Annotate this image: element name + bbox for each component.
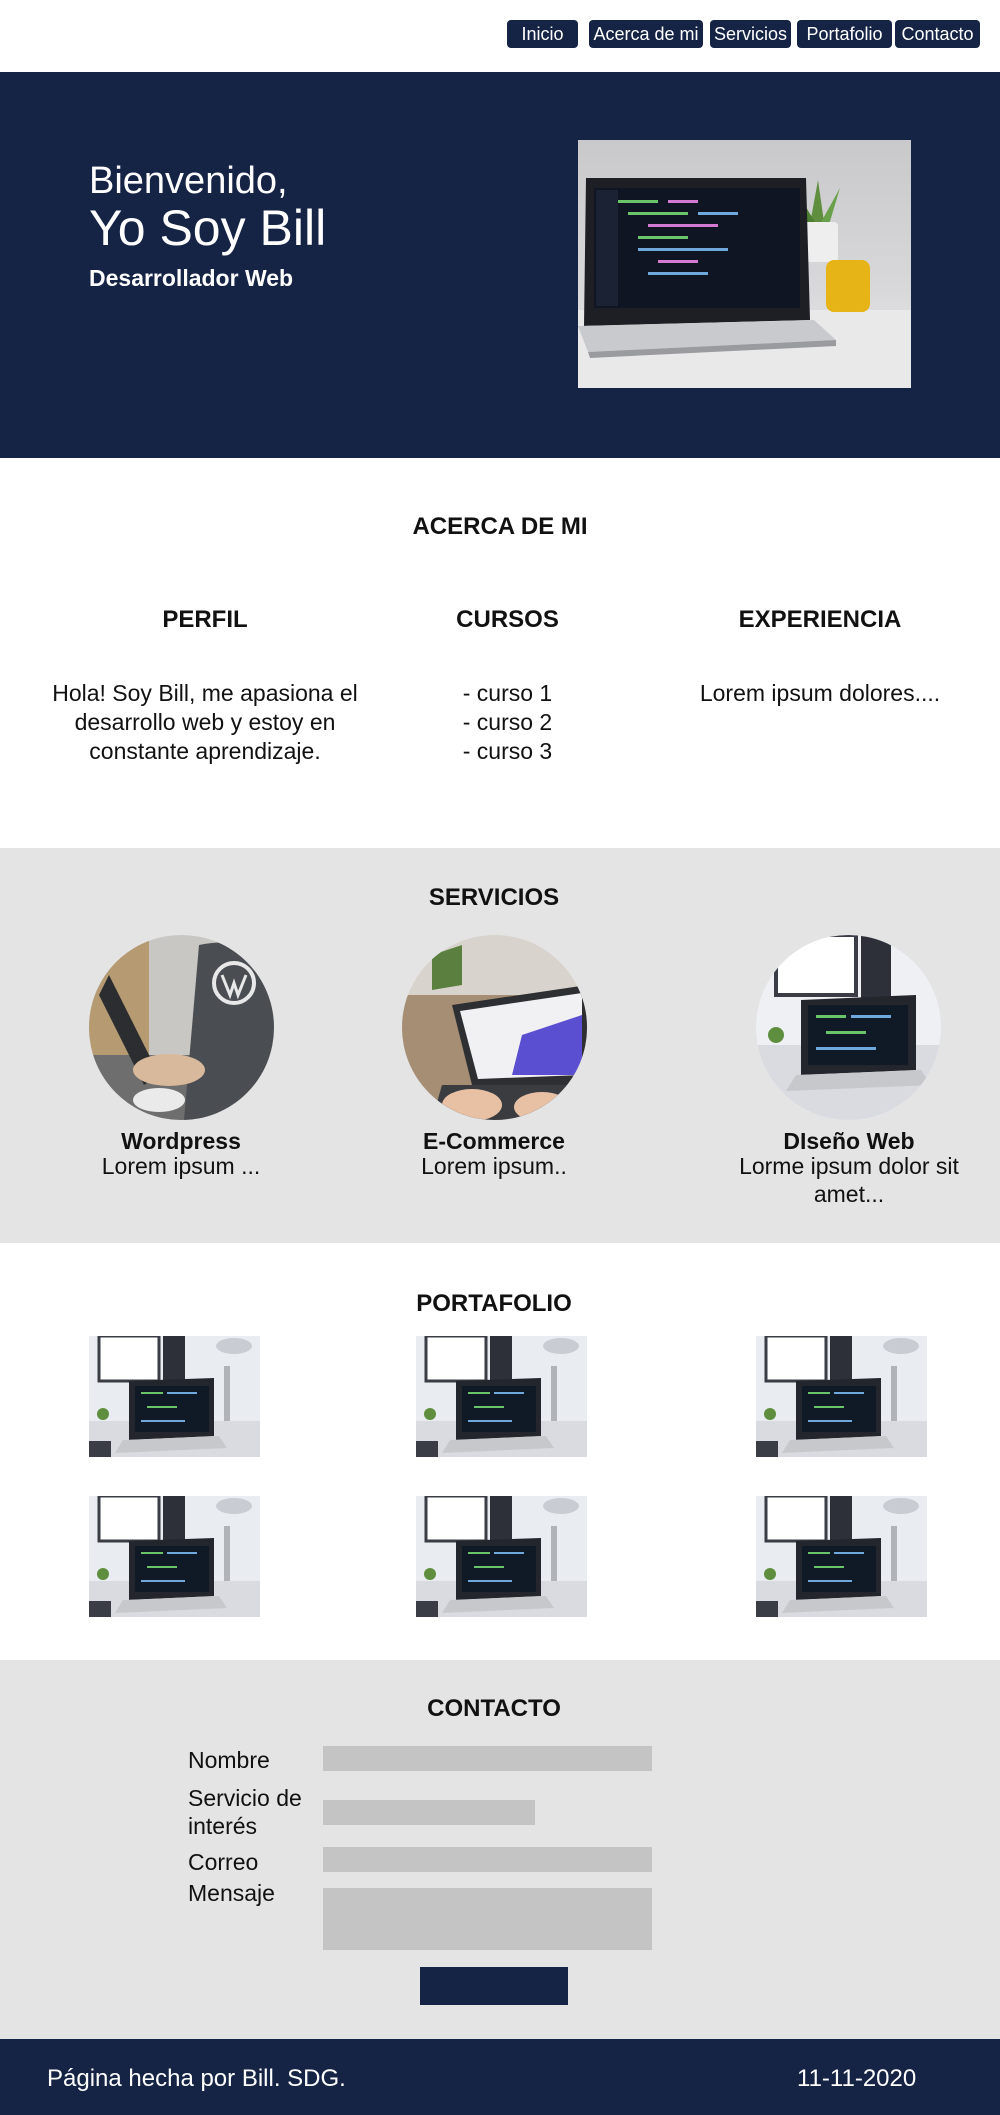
email-field[interactable] xyxy=(323,1847,652,1872)
nav-portafolio-button[interactable]: Portafolio xyxy=(797,20,892,48)
message-field[interactable] xyxy=(323,1888,652,1950)
hero-name: Yo Soy Bill xyxy=(89,200,327,256)
footer-date: 11-11-2020 xyxy=(797,2065,917,2092)
portfolio-item[interactable] xyxy=(756,1336,927,1457)
about-section: ACERCA DE MI PERFIL Hola! Soy Bill, me a… xyxy=(0,458,1000,848)
about-title: ACERCA DE MI xyxy=(412,513,588,540)
curso-item: - curso 1 xyxy=(462,680,553,706)
footer-credit: Página hecha por Bill. SDG. xyxy=(47,2065,346,2092)
curso-item: - curso 3 xyxy=(462,738,553,764)
contact-section: CONTACTO Nombre Servicio de interés Corr… xyxy=(0,1660,1000,2039)
contact-title: CONTACTO xyxy=(427,1695,561,1722)
diseno-web-desc: Lorme ipsum dolor sit amet... xyxy=(739,1153,959,1207)
cursos-list: - curso 1 - curso 2 - curso 3 xyxy=(375,679,640,766)
nav-contacto-button[interactable]: Contacto xyxy=(895,20,980,48)
ecommerce-desc: Lorem ipsum.. xyxy=(421,1153,567,1179)
message-label: Mensaje xyxy=(188,1880,275,1906)
top-navigation: Inicio Acerca de mi Servicios Portafolio… xyxy=(0,0,1000,72)
service-label: Servicio de interés xyxy=(188,1785,302,1839)
hero-laptop-image xyxy=(578,140,911,388)
ecommerce-image xyxy=(402,935,587,1120)
footer: Página hecha por Bill. SDG. 11-11-2020 xyxy=(0,2039,1000,2115)
hero-greeting: Bienvenido, xyxy=(89,160,288,202)
name-field[interactable] xyxy=(323,1746,652,1771)
ecommerce-name: E-Commerce xyxy=(423,1128,565,1154)
perfil-text: Hola! Soy Bill, me apasiona el desarroll… xyxy=(52,680,358,764)
diseno-web-image xyxy=(756,935,941,1120)
services-section: SERVICIOS Wordpress Lorem ipsum ... E-Co… xyxy=(0,848,1000,1243)
nav-inicio-button[interactable]: Inicio xyxy=(507,20,578,48)
experiencia-heading: EXPERIENCIA xyxy=(738,606,902,633)
nav-acerca-button[interactable]: Acerca de mi xyxy=(589,20,703,48)
wordpress-name: Wordpress xyxy=(121,1128,241,1154)
curso-item: - curso 2 xyxy=(462,709,553,735)
diseno-web-name: DIseño Web xyxy=(783,1128,915,1154)
portfolio-item[interactable] xyxy=(756,1496,927,1617)
portfolio-title: PORTAFOLIO xyxy=(416,1290,572,1317)
portfolio-item[interactable] xyxy=(416,1336,587,1457)
services-title: SERVICIOS xyxy=(428,884,560,911)
nav-servicios-button[interactable]: Servicios xyxy=(710,20,791,48)
email-label: Correo xyxy=(188,1849,259,1875)
cursos-heading: CURSOS xyxy=(456,606,559,633)
wordpress-desc: Lorem ipsum ... xyxy=(101,1153,261,1179)
hero-section: Bienvenido, Yo Soy Bill Desarrollador We… xyxy=(0,72,1000,458)
service-field[interactable] xyxy=(323,1800,535,1825)
portfolio-item[interactable] xyxy=(89,1496,260,1617)
portfolio-item[interactable] xyxy=(89,1336,260,1457)
portfolio-section: PORTAFOLIO xyxy=(0,1243,1000,1660)
experiencia-text: Lorem ipsum dolores.... xyxy=(699,680,941,706)
hero-role: Desarrollador Web xyxy=(89,265,294,291)
portfolio-item[interactable] xyxy=(416,1496,587,1617)
name-label: Nombre xyxy=(188,1747,270,1773)
submit-button[interactable] xyxy=(420,1967,568,2005)
wordpress-image xyxy=(89,935,274,1120)
perfil-heading: PERFIL xyxy=(162,606,248,633)
